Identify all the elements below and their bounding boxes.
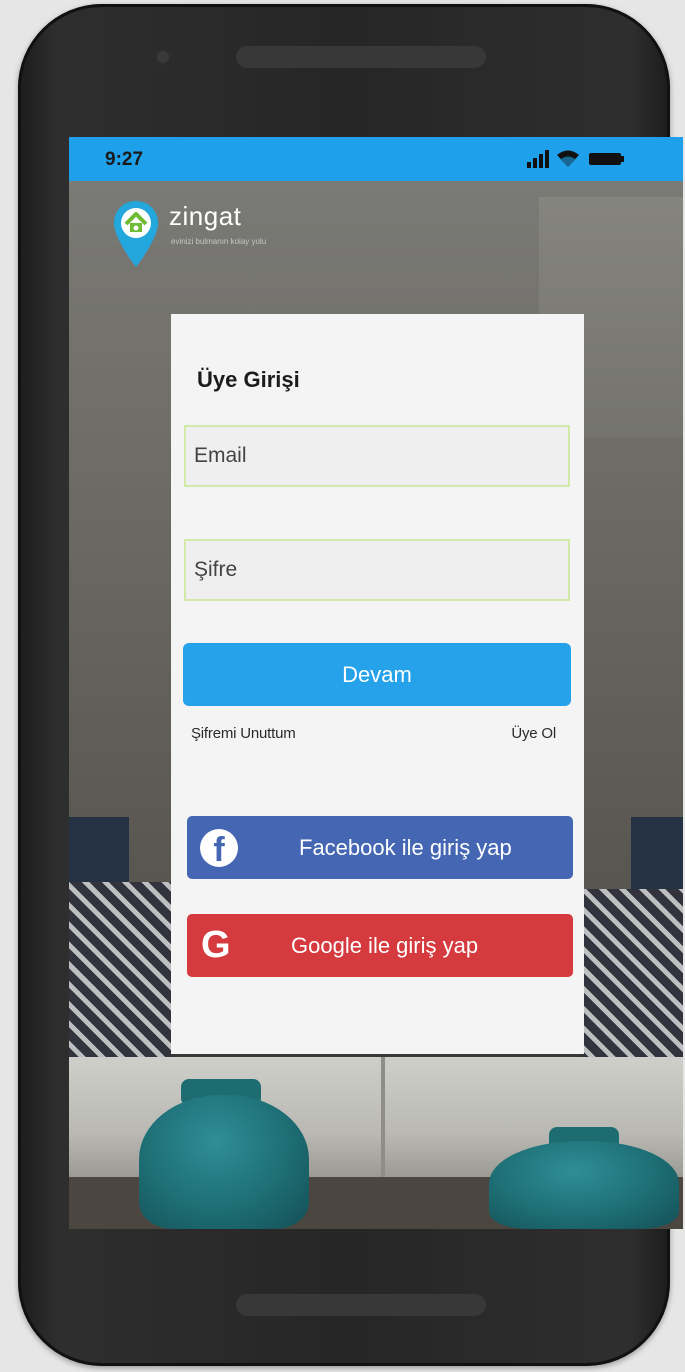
background-pillow [69,882,174,1067]
brand-name: zingat [169,201,242,231]
login-title: Üye Girişi [197,367,300,392]
facebook-login-button[interactable]: f Facebook ile giriş yap [187,816,573,879]
brand-tagline: evinizi bulmanın kolay yolu [171,237,267,246]
email-input[interactable] [184,425,570,487]
facebook-icon: f [200,829,238,867]
wifi-icon [557,150,579,167]
location-pin-icon [114,201,158,267]
status-bar: 9:27 [69,137,683,181]
background-pillow [69,817,129,887]
google-login-button[interactable]: G Google ile giriş yap [187,914,573,977]
background-pillow [581,889,683,1069]
password-input[interactable] [184,539,570,601]
front-camera [154,48,172,66]
register-link[interactable]: Üye Ol [511,725,556,742]
facebook-login-label: Facebook ile giriş yap [299,835,512,860]
background-vase [489,1141,679,1229]
app-screen: 9:27 zingat evinizi bulmanın kolay yolu … [69,137,683,1229]
status-time: 9:27 [105,149,144,170]
forgot-password-link[interactable]: Şifremi Unuttum [191,725,296,742]
background-pillow [631,817,683,892]
login-card: Üye Girişi Devam Şifremi Unuttum Üye Ol … [171,314,584,1054]
zingat-logo: zingat evinizi bulmanın kolay yolu [111,197,266,278]
battery-icon [589,153,624,165]
bottom-speaker [236,1294,486,1316]
google-icon: G [201,924,231,966]
background-vase [139,1095,309,1229]
phone-frame: 9:27 zingat evinizi bulmanın kolay yolu … [18,4,683,1366]
earpiece-speaker [236,46,486,68]
google-login-label: Google ile giriş yap [291,933,479,958]
background-sofa-divider [381,1057,385,1197]
signal-icon [527,150,549,168]
continue-button[interactable]: Devam [183,643,571,706]
